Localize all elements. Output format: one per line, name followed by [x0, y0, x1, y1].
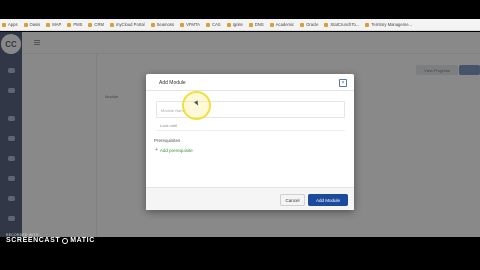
bookmark-label: PMS	[73, 22, 83, 27]
dialog-footer: Cancel Add Module	[146, 187, 354, 210]
bookmark-icon	[109, 22, 114, 27]
divider	[156, 130, 345, 131]
plus-icon: +	[155, 147, 158, 153]
bookmark-icon	[324, 22, 329, 27]
bookmark-label: Oracle	[306, 22, 319, 27]
add-prerequisite-label: Add prerequisite	[159, 147, 193, 153]
add-module-dialog: Add Module × Module Name Lock until Prer…	[146, 74, 354, 210]
bookmark-icon	[67, 22, 72, 27]
bookmark-icon	[205, 22, 210, 27]
bookmark-item[interactable]: Academic	[269, 22, 295, 27]
bookmark-item[interactable]: myCloud Portal	[109, 22, 145, 27]
prerequisites-label: Prerequisites	[154, 138, 181, 143]
bookmark-label: myCloud Portal	[115, 22, 145, 27]
screencast-logo-icon	[62, 237, 69, 244]
screen: Apps Oasis MAP PMS CRM myCloud Portal Seamoss V…	[0, 0, 480, 270]
bookmark-icon	[300, 22, 305, 27]
add-module-button[interactable]: Add Module	[308, 194, 348, 206]
bookmark-item[interactable]: Apps	[2, 22, 18, 27]
bookmark-icon	[269, 22, 274, 27]
watermark-brand: SCREENCAST MATIC	[6, 237, 95, 244]
bookmark-label: Apps	[8, 22, 18, 27]
bookmark-label: Ignite	[232, 22, 243, 27]
bookmark-label: CAS	[211, 22, 221, 27]
bookmark-icon	[248, 22, 253, 27]
bookmark-item[interactable]: VFMTA	[180, 22, 200, 27]
bookmark-icon	[150, 22, 155, 27]
recording-watermark: RECORDED WITH SCREENCAST MATIC	[6, 233, 95, 244]
bookmark-item[interactable]: CAS	[205, 22, 221, 27]
bookmark-label: Territory Manageme...	[371, 22, 413, 27]
bookmark-item[interactable]: Oracle	[300, 22, 318, 27]
bookmark-icon	[2, 22, 6, 27]
lock-until-label[interactable]: Lock until	[160, 123, 177, 128]
bookmark-label: Seamoss	[156, 22, 175, 27]
bookmark-item[interactable]: Seamoss	[150, 22, 175, 27]
bookmark-item[interactable]: StatCrunchTo...	[324, 22, 359, 27]
bookmark-item[interactable]: Territory Manageme...	[365, 22, 412, 27]
bookmarks-bar: Apps Oasis MAP PMS CRM myCloud Portal Seamoss V…	[0, 19, 480, 31]
bookmark-label: Academic	[275, 22, 295, 27]
bookmark-icon	[365, 22, 370, 27]
bookmark-icon	[180, 22, 185, 27]
cancel-button[interactable]: Cancel	[280, 194, 305, 206]
bookmark-item[interactable]: DNS	[248, 22, 264, 27]
bookmark-icon	[226, 22, 231, 27]
bookmark-label: DNS	[254, 22, 264, 27]
bookmark-item[interactable]: Oasis	[23, 22, 41, 27]
bookmark-item[interactable]: Ignite	[226, 22, 243, 27]
bookmark-item[interactable]: CRM	[88, 22, 104, 27]
watermark-brand-right: MATIC	[70, 237, 95, 244]
bookmark-label: VFMTA	[186, 22, 200, 27]
bookmark-icon	[23, 22, 28, 27]
dialog-header: Add Module ×	[146, 74, 354, 91]
close-icon[interactable]: ×	[339, 79, 347, 87]
watermark-brand-left: SCREENCAST	[6, 237, 61, 244]
add-prerequisite-link[interactable]: + Add prerequisite	[155, 147, 193, 153]
dialog-title: Add Module	[159, 80, 186, 86]
bookmark-label: Oasis	[29, 22, 41, 27]
bookmark-label: StatCrunchTo...	[330, 22, 360, 27]
bookmark-icon	[88, 22, 93, 27]
bookmark-label: CRM	[94, 22, 104, 27]
bookmark-icon	[46, 22, 51, 27]
bookmark-label: MAP	[52, 22, 62, 27]
bookmark-item[interactable]: PMS	[67, 22, 82, 27]
bookmark-item[interactable]: MAP	[46, 22, 61, 27]
